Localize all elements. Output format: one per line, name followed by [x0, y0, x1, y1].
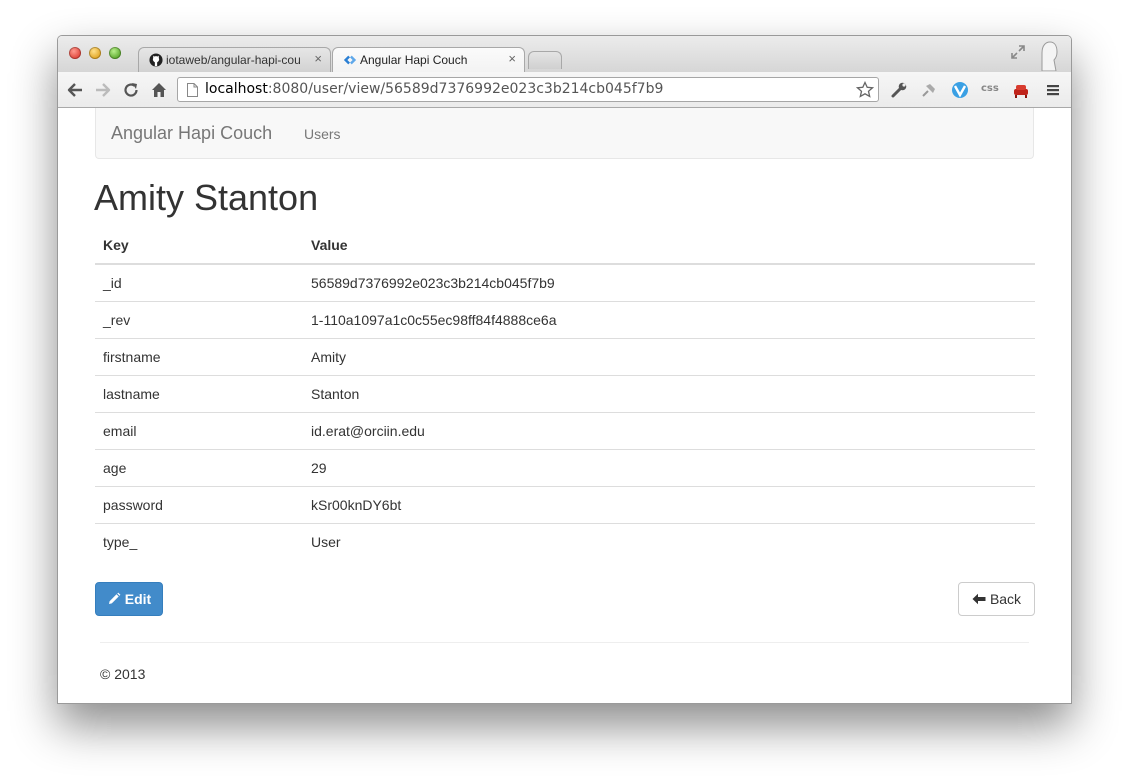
browser-window: iotaweb/angular-hapi-cou × Angular Hapi …	[57, 35, 1072, 704]
row-key: firstname	[95, 338, 303, 376]
row-value: id.erat@orciin.edu	[303, 412, 1035, 450]
row-key: _rev	[95, 301, 303, 339]
close-window-button[interactable]	[69, 47, 81, 59]
table-row: firstname Amity	[95, 338, 1035, 376]
couch-icon[interactable]	[1012, 81, 1030, 99]
url-text[interactable]: localhost:8080/user/view/56589d7376992e0…	[205, 81, 663, 97]
pencil-icon	[108, 592, 121, 604]
tab-title: iotaweb/angular-hapi-cou	[166, 53, 301, 67]
row-value: User	[311, 533, 341, 550]
nav-link-users[interactable]: Users	[304, 126, 341, 142]
back-button-label: Back	[989, 591, 1022, 607]
table-row: type_ User	[95, 523, 1035, 560]
row-key: age	[95, 449, 303, 487]
row-key: password	[95, 486, 303, 524]
table-row: age 29	[95, 449, 1035, 487]
tab-angular-hapi-couch[interactable]: Angular Hapi Couch ×	[332, 47, 525, 72]
row-value: Stanton	[303, 375, 1035, 413]
table-header-row: Key Value	[95, 227, 1035, 265]
table-row: lastname Stanton	[95, 375, 1035, 413]
user-details-table: Key Value _id 56589d7376992e023c3b214cb0…	[95, 227, 1035, 560]
url-path: :8080/user/view/56589d7376992e023c3b214c…	[267, 81, 664, 97]
browser-toolbar: localhost:8080/user/view/56589d7376992e0…	[58, 72, 1071, 108]
minimize-window-button[interactable]	[89, 47, 101, 59]
row-value: 56589d7376992e023c3b214cb045f7b9	[303, 264, 1035, 302]
row-value: 29	[303, 449, 1035, 487]
tab-github[interactable]: iotaweb/angular-hapi-cou ×	[138, 47, 331, 72]
close-tab-icon[interactable]: ×	[314, 52, 322, 66]
pin-icon[interactable]	[920, 81, 938, 99]
column-header-key: Key	[95, 227, 303, 265]
css-extension-icon[interactable]: css	[981, 83, 1003, 101]
tab-strip: iotaweb/angular-hapi-cou × Angular Hapi …	[58, 36, 1071, 72]
github-icon	[149, 53, 163, 67]
row-key: lastname	[95, 375, 303, 413]
zoom-window-button[interactable]	[109, 47, 121, 59]
page-content: Angular Hapi Couch Users Amity Stanton K…	[58, 108, 1071, 703]
profile-avatar-icon[interactable]	[1038, 41, 1060, 71]
close-tab-icon[interactable]: ×	[508, 52, 516, 66]
page-title: Amity Stanton	[94, 177, 319, 218]
reload-icon[interactable]	[122, 81, 140, 99]
table-row: _rev 1-110a1097a1c0c55ec98ff84f4888ce6a	[95, 301, 1035, 339]
wrench-icon[interactable]	[890, 81, 908, 99]
edit-button-label: Edit	[124, 591, 152, 607]
navbar: Angular Hapi Couch Users	[95, 108, 1034, 159]
table-row: _id 56589d7376992e023c3b214cb045f7b9	[95, 264, 1035, 302]
row-value: Amity	[303, 338, 1035, 376]
table-row: email id.erat@orciin.edu	[95, 412, 1035, 450]
row-value: 1-110a1097a1c0c55ec98ff84f4888ce6a	[303, 301, 1035, 339]
back-arrow-icon[interactable]	[66, 81, 84, 99]
navbar-brand[interactable]: Angular Hapi Couch	[111, 123, 272, 144]
page-icon	[187, 83, 198, 97]
vue-devtools-icon[interactable]	[951, 81, 969, 99]
tab-title: Angular Hapi Couch	[360, 53, 468, 67]
row-key: email	[95, 412, 303, 450]
fullscreen-icon[interactable]	[1011, 45, 1025, 59]
menu-icon[interactable]	[1044, 81, 1062, 99]
bookmark-star-icon[interactable]	[856, 81, 874, 99]
row-value: kSr00knDY6bt	[303, 486, 1035, 524]
url-host: localhost	[205, 81, 268, 97]
table-row: password kSr00knDY6bt	[95, 486, 1035, 524]
home-icon[interactable]	[150, 81, 168, 99]
arrow-left-icon	[972, 593, 986, 605]
angular-icon	[343, 55, 357, 65]
footer-copyright: © 2013	[100, 666, 146, 682]
row-key: _id	[95, 264, 303, 302]
row-key: type_	[103, 533, 138, 550]
edit-button[interactable]: Edit	[95, 582, 163, 616]
address-bar[interactable]: localhost:8080/user/view/56589d7376992e0…	[177, 77, 879, 102]
back-button[interactable]: Back	[958, 582, 1035, 616]
forward-arrow-icon[interactable]	[94, 81, 112, 99]
new-tab-button[interactable]	[528, 51, 562, 69]
column-header-value: Value	[303, 227, 1035, 265]
footer-divider	[100, 642, 1029, 643]
